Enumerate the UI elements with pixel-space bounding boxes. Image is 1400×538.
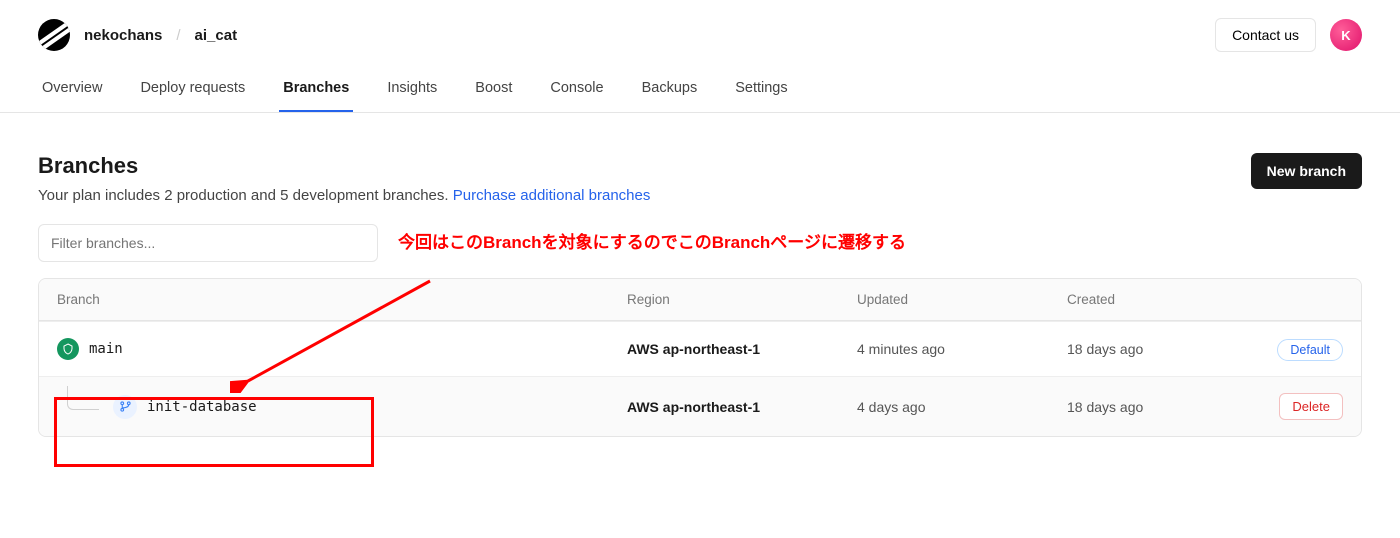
delete-branch-button[interactable]: Delete [1279, 393, 1343, 420]
org-logo[interactable] [38, 19, 70, 51]
branch-updated: 4 days ago [857, 399, 1067, 415]
tab-overview[interactable]: Overview [38, 70, 106, 112]
annotation-text: 今回はこのBranchを対象にするのでこのBranchページに遷移する [398, 224, 906, 253]
plan-text: Your plan includes 2 production and 5 de… [38, 187, 453, 204]
breadcrumb-separator: / [176, 27, 180, 44]
breadcrumb: nekochans / ai_cat [38, 19, 237, 51]
main-nav: Overview Deploy requests Branches Insigh… [0, 60, 1400, 113]
tab-backups[interactable]: Backups [638, 70, 702, 112]
column-updated: Updated [857, 292, 1067, 307]
branch-created: 18 days ago [1067, 341, 1253, 357]
tab-boost[interactable]: Boost [471, 70, 516, 112]
column-branch: Branch [57, 292, 627, 307]
tree-connector [67, 386, 99, 410]
branch-name[interactable]: main [89, 341, 123, 357]
branch-icon [113, 395, 137, 419]
branch-name[interactable]: init-database [147, 399, 257, 415]
branch-created: 18 days ago [1067, 399, 1253, 415]
user-avatar[interactable]: K [1330, 19, 1362, 51]
branches-table: Branch Region Updated Created main AWS a… [38, 278, 1362, 437]
page-title: Branches [38, 153, 650, 179]
new-branch-button[interactable]: New branch [1251, 153, 1362, 189]
purchase-branches-link[interactable]: Purchase additional branches [453, 187, 651, 204]
table-row[interactable]: init-database AWS ap-northeast-1 4 days … [39, 376, 1361, 436]
tab-settings[interactable]: Settings [731, 70, 791, 112]
filter-branches-input[interactable] [38, 224, 378, 262]
column-region: Region [627, 292, 857, 307]
tab-branches[interactable]: Branches [279, 70, 353, 112]
breadcrumb-repo[interactable]: ai_cat [195, 27, 238, 44]
shield-icon [57, 338, 79, 360]
branch-region: AWS ap-northeast-1 [627, 341, 857, 357]
page-subtitle: Your plan includes 2 production and 5 de… [38, 187, 650, 204]
table-row[interactable]: main AWS ap-northeast-1 4 minutes ago 18… [39, 321, 1361, 376]
tab-console[interactable]: Console [546, 70, 607, 112]
branch-updated: 4 minutes ago [857, 341, 1067, 357]
branch-region: AWS ap-northeast-1 [627, 399, 857, 415]
column-created: Created [1067, 292, 1253, 307]
tab-deploy-requests[interactable]: Deploy requests [136, 70, 249, 112]
contact-us-button[interactable]: Contact us [1215, 18, 1316, 52]
tab-insights[interactable]: Insights [383, 70, 441, 112]
default-badge: Default [1277, 339, 1343, 361]
breadcrumb-org[interactable]: nekochans [84, 27, 162, 44]
